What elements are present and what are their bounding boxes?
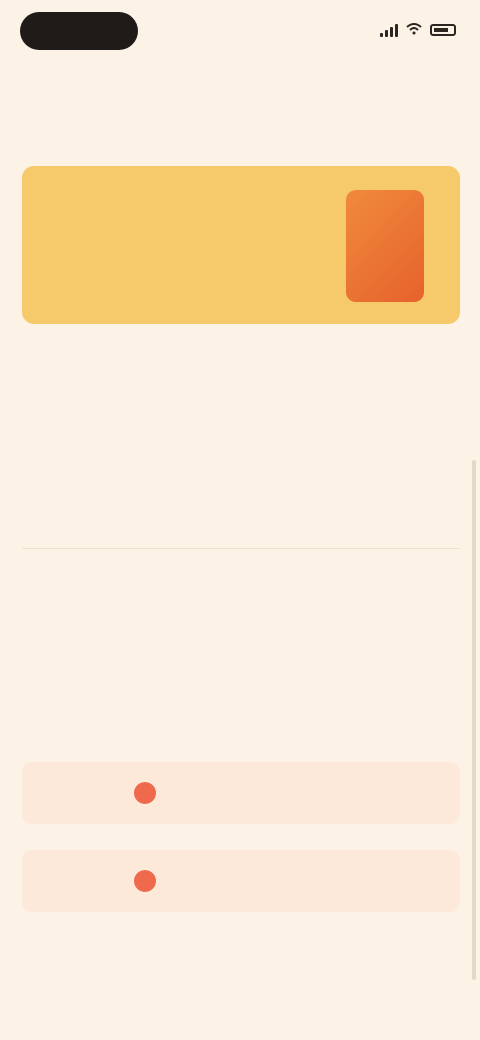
promo-banner[interactable] <box>22 166 460 324</box>
menu-divider <box>22 548 460 549</box>
time-pill <box>20 12 138 50</box>
status-bar <box>0 0 480 64</box>
scrollbar[interactable] <box>472 460 476 980</box>
signal-icon <box>380 23 398 37</box>
wifi-icon <box>406 22 422 38</box>
action-row-1[interactable] <box>22 762 460 824</box>
banner-illustration <box>346 190 424 302</box>
action-row-2[interactable] <box>22 850 460 912</box>
alert-icon <box>134 782 156 804</box>
alert-icon <box>134 870 156 892</box>
status-icons <box>380 20 456 40</box>
battery-icon <box>430 24 456 36</box>
